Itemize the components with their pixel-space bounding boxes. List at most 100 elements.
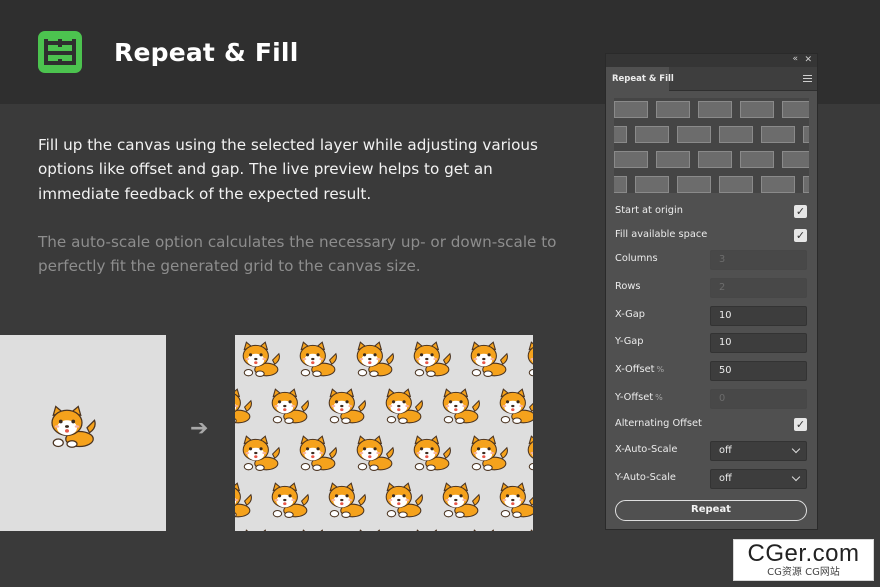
panel-menu-icon[interactable]	[803, 75, 812, 83]
intro-description: Fill up the canvas using the selected la…	[38, 136, 538, 203]
repeat-button[interactable]: Repeat	[615, 500, 807, 521]
y-offset-label: Y-Offset%	[615, 392, 663, 403]
page-title: Repeat & Fill	[114, 38, 299, 67]
field-row-x-offset: X-Offset% 50	[615, 361, 807, 381]
x-gap-input[interactable]: 10	[710, 306, 807, 326]
panel-title-bar: « ✕	[606, 54, 817, 67]
y-offset-label-text: Y-Offset	[615, 392, 654, 403]
dog-sprite-icon	[382, 482, 424, 522]
y-offset-input: 0	[710, 389, 807, 409]
chevron-down-icon	[791, 444, 801, 454]
rows-input: 2	[710, 278, 807, 298]
dog-sprite-icon	[410, 529, 452, 531]
x-offset-input[interactable]: 50	[710, 361, 807, 381]
auto-scale-description: The auto-scale option calculates the nec…	[38, 233, 557, 276]
x-auto-scale-select[interactable]: off	[710, 441, 807, 461]
dog-sprite-icon	[325, 482, 367, 522]
dog-sprite-icon	[353, 529, 395, 531]
columns-input: 3	[710, 250, 807, 270]
close-panel-icon[interactable]: ✕	[804, 54, 812, 67]
preview-tile	[803, 176, 809, 193]
dog-sprite-icon	[325, 388, 367, 428]
preview-tile	[803, 126, 809, 143]
y-auto-scale-select[interactable]: off	[710, 469, 807, 489]
y-offset-unit: %	[655, 393, 663, 402]
field-row-columns: Columns 3	[615, 250, 807, 270]
preview-tile	[761, 176, 795, 193]
chevron-down-icon	[791, 472, 801, 482]
preview-tile	[698, 151, 732, 168]
repeat-fill-panel: « ✕ Repeat & Fill Start at origin ✓ Fill…	[605, 53, 818, 530]
alternating-offset-checkbox[interactable]: ✓	[794, 418, 807, 431]
preview-tile	[656, 151, 690, 168]
dog-sprite-icon	[496, 388, 533, 428]
arrow-right-icon: ➔	[190, 416, 209, 441]
dog-sprite-icon	[353, 435, 395, 475]
preview-tile	[719, 126, 753, 143]
preview-tile	[782, 151, 809, 168]
live-preview-grid	[614, 98, 809, 193]
alternating-offset-label: Alternating Offset	[615, 418, 702, 429]
dog-sprite-icon	[496, 482, 533, 522]
preview-tile	[677, 126, 711, 143]
collapse-panel-icon[interactable]: «	[792, 53, 798, 66]
dog-sprite-icon	[524, 341, 533, 381]
preview-tile	[614, 176, 627, 193]
tab-repeat-fill[interactable]: Repeat & Fill	[606, 67, 674, 91]
x-gap-label: X-Gap	[615, 309, 645, 320]
dog-sprite-icon	[410, 435, 452, 475]
x-auto-scale-label: X-Auto-Scale	[615, 444, 678, 455]
preview-tile	[698, 101, 732, 118]
dog-sprite-icon	[296, 435, 338, 475]
watermark-sub-text: CG资源 CG网站	[767, 567, 840, 578]
y-gap-input[interactable]: 10	[710, 333, 807, 353]
dog-sprite-icon	[410, 341, 452, 381]
dog-sprite-icon	[524, 435, 533, 475]
preview-tile	[677, 176, 711, 193]
preview-tile	[719, 176, 753, 193]
canvas-after-preview	[235, 335, 533, 531]
rows-label: Rows	[615, 281, 641, 292]
dog-sprite-icon	[382, 388, 424, 428]
x-offset-label-text: X-Offset	[615, 364, 655, 375]
dog-sprite-icon	[439, 388, 481, 428]
fill-available-space-checkbox[interactable]: ✓	[794, 229, 807, 242]
option-alternating-offset: Alternating Offset ✓	[615, 415, 807, 435]
preview-tile	[740, 101, 774, 118]
dog-sprite-icon	[268, 388, 310, 428]
dog-sprite-icon	[239, 529, 281, 531]
select-row-y-auto-scale: Y-Auto-Scale off	[615, 469, 807, 489]
field-row-y-offset: Y-Offset% 0	[615, 389, 807, 409]
dog-sprite-icon	[239, 435, 281, 475]
y-auto-scale-value: off	[719, 473, 732, 484]
start-at-origin-checkbox[interactable]: ✓	[794, 205, 807, 218]
dog-sprite-icon	[239, 341, 281, 381]
dog-sprite-icon	[467, 435, 509, 475]
preview-tile	[740, 151, 774, 168]
fill-available-space-label: Fill available space	[615, 229, 708, 240]
preview-tile	[614, 126, 627, 143]
field-row-x-gap: X-Gap 10	[615, 306, 807, 326]
dog-sprite-icon	[439, 482, 481, 522]
preview-tile	[761, 126, 795, 143]
x-auto-scale-value: off	[719, 445, 732, 456]
dog-sprite-icon	[235, 482, 253, 522]
start-at-origin-label: Start at origin	[615, 205, 683, 216]
preview-tile	[635, 176, 669, 193]
dog-sprite-icon	[524, 529, 533, 531]
columns-label: Columns	[615, 253, 658, 264]
x-offset-label: X-Offset%	[615, 364, 664, 375]
dog-sprite-icon	[296, 341, 338, 381]
dog-sprite-icon	[467, 529, 509, 531]
watermark-main-text: CGer.com	[747, 540, 860, 567]
dog-sprite-icon	[235, 388, 253, 428]
dog-sprite-icon	[296, 529, 338, 531]
y-auto-scale-label: Y-Auto-Scale	[615, 472, 676, 483]
dog-sprite-icon	[47, 405, 97, 452]
option-start-at-origin: Start at origin ✓	[615, 202, 807, 222]
preview-tile	[656, 101, 690, 118]
repeat-fill-logo-icon	[38, 31, 82, 73]
dog-sprite-icon	[353, 341, 395, 381]
dog-sprite-icon	[467, 341, 509, 381]
field-row-y-gap: Y-Gap 10	[615, 333, 807, 353]
